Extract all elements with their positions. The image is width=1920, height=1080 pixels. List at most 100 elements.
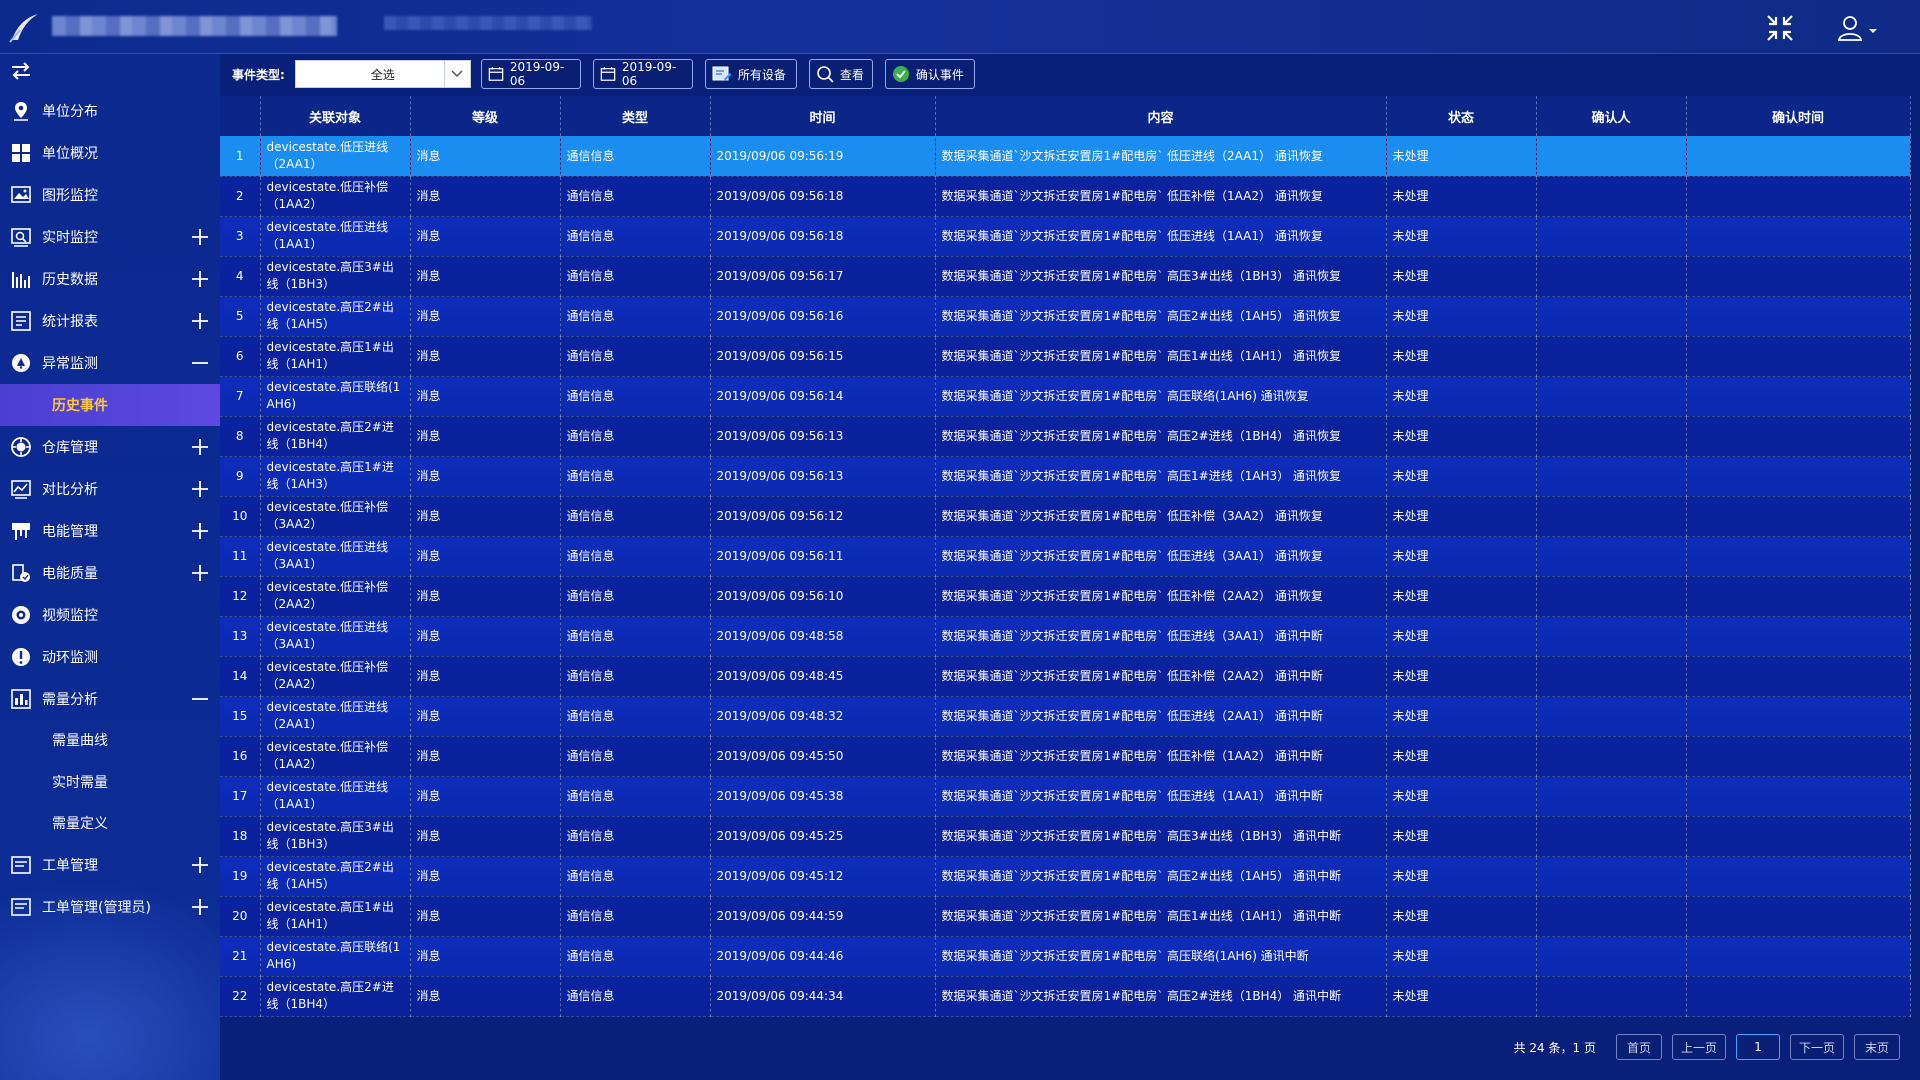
table-row[interactable]: 11 devicestate.低压进线（3AA1） 消息 通信信息 2019/09/06…: [220, 536, 1911, 577]
table-row[interactable]: 17 devicestate.低压进线（1AA1） 消息 通信信息 2019/09/06…: [220, 776, 1911, 817]
expand-plus-icon[interactable]: [190, 437, 210, 457]
table-row[interactable]: 4 devicestate.高压3#出线（1BH3） 消息 通信信息 2019/09/0…: [220, 256, 1911, 297]
table-row[interactable]: 22 devicestate.高压2#进线（1BH4） 消息 通信信息 2019/09/…: [220, 976, 1911, 1017]
sidebar-item[interactable]: 工单管理(管理员): [0, 886, 220, 928]
cell-confirm-time: [1686, 696, 1911, 737]
sidebar-subitem[interactable]: 历史事件: [0, 384, 220, 426]
sidebar-item[interactable]: 电能管理: [0, 510, 220, 552]
sidebar-item[interactable]: 工单管理: [0, 844, 220, 886]
view-button[interactable]: 查看: [808, 59, 873, 89]
collapse-screen-icon[interactable]: [1764, 12, 1796, 44]
sidebar-item[interactable]: 历史数据: [0, 258, 220, 300]
sidebar-item[interactable]: 统计报表: [0, 300, 220, 342]
cell-object: devicestate.高压2#进线（1BH4）: [260, 976, 411, 1017]
cell-object: devicestate.高压1#出线（1AH1）: [260, 336, 411, 377]
cell-content: 数据采集通道`沙文拆迁安置房1#配电房` 低压进线（2AA1） 通讯中断: [935, 696, 1387, 737]
table-row[interactable]: 18 devicestate.高压3#出线（1BH3） 消息 通信信息 2019/09/…: [220, 816, 1911, 857]
cell-confirm-time: [1686, 936, 1911, 977]
confirm-event-button[interactable]: 确认事件: [884, 59, 975, 89]
event-type-select[interactable]: 全选: [294, 60, 471, 88]
cell-object: devicestate.低压补偿（2AA2）: [260, 656, 411, 697]
table-row[interactable]: 13 devicestate.低压进线（3AA1） 消息 通信信息 2019/09/06…: [220, 616, 1911, 657]
sidebar-subitem[interactable]: 实时需量: [0, 761, 220, 803]
sidebar-subitem[interactable]: 需量曲线: [0, 720, 220, 762]
cell-type: 通信信息: [560, 776, 711, 817]
sidebar-item[interactable]: 动环监测: [0, 636, 220, 678]
sidebar-item[interactable]: 异常监测: [0, 342, 220, 384]
current-page-button[interactable]: 1: [1735, 1034, 1780, 1060]
sidebar-item[interactable]: 单位分布: [0, 90, 220, 132]
expand-plus-icon[interactable]: [190, 479, 210, 499]
sidebar-item[interactable]: 视频监控: [0, 594, 220, 636]
table-row[interactable]: 16 devicestate.低压补偿（1AA2） 消息 通信信息 2019/09/06…: [220, 736, 1911, 777]
cell-time: 2019/09/06 09:44:59: [710, 896, 936, 937]
cell-status: 未处理: [1386, 536, 1537, 577]
table-row[interactable]: 20 devicestate.高压1#出线（1AH1） 消息 通信信息 2019/09/…: [220, 896, 1911, 937]
table-row[interactable]: 8 devicestate.高压2#进线（1BH4） 消息 通信信息 2019/09/0…: [220, 416, 1911, 457]
expand-plus-icon[interactable]: [190, 897, 210, 917]
sidebar-subitem[interactable]: 需量定义: [0, 803, 220, 845]
grid-icon: [12, 144, 30, 162]
table-row[interactable]: 12 devicestate.低压补偿（2AA2） 消息 通信信息 2019/09/06…: [220, 576, 1911, 617]
sidebar-item[interactable]: 实时监控: [0, 216, 220, 258]
blurred-app-title: [52, 16, 337, 36]
last-page-button[interactable]: 末页: [1854, 1034, 1900, 1060]
start-date-picker[interactable]: 2019-09-06: [480, 59, 581, 89]
sidebar-item[interactable]: 单位概况: [0, 132, 220, 174]
map-pin-icon: [14, 102, 28, 121]
table-row[interactable]: 9 devicestate.高压1#进线（1AH3） 消息 通信信息 2019/09/0…: [220, 456, 1911, 497]
expand-plus-icon[interactable]: [190, 227, 210, 247]
cell-status: 未处理: [1386, 736, 1537, 777]
sidebar-item[interactable]: 对比分析: [0, 468, 220, 510]
table-row[interactable]: 3 devicestate.低压进线（1AA1） 消息 通信信息 2019/09/06 …: [220, 216, 1911, 257]
cell-time: 2019/09/06 09:48:58: [710, 616, 936, 657]
column-header: 时间: [710, 96, 936, 136]
prev-page-button[interactable]: 上一页: [1671, 1034, 1726, 1060]
first-page-button[interactable]: 首页: [1615, 1034, 1662, 1060]
sidebar-toggle-icon[interactable]: [10, 62, 32, 80]
cell-object: devicestate.高压1#进线（1AH3）: [260, 456, 411, 497]
sidebar-item[interactable]: 需量分析: [0, 678, 220, 720]
table-row[interactable]: 5 devicestate.高压2#出线（1AH5） 消息 通信信息 2019/09/0…: [220, 296, 1911, 337]
table-row[interactable]: 1 devicestate.低压进线（2AA1） 消息 通信信息 2019/09/06 …: [220, 136, 1911, 177]
user-menu-icon[interactable]: [1836, 12, 1880, 44]
cell-content: 数据采集通道`沙文拆迁安置房1#配电房` 低压补偿（2AA2） 通讯中断: [935, 656, 1387, 697]
cell-level: 消息: [410, 896, 561, 937]
table-row[interactable]: 14 devicestate.低压补偿（2AA2） 消息 通信信息 2019/09/06…: [220, 656, 1911, 697]
collapse-minus-icon[interactable]: [190, 353, 210, 373]
expand-plus-icon[interactable]: [190, 855, 210, 875]
table-row[interactable]: 10 devicestate.低压补偿（3AA2） 消息 通信信息 2019/09/06…: [220, 496, 1911, 537]
cell-type: 通信信息: [560, 576, 711, 617]
expand-plus-icon[interactable]: [190, 269, 210, 289]
chevron-down-icon[interactable]: [443, 61, 470, 87]
all-devices-button[interactable]: 所有设备: [704, 59, 797, 89]
expand-plus-icon[interactable]: [190, 521, 210, 541]
sidebar-item[interactable]: 仓库管理: [0, 426, 220, 468]
cell-confirmer: [1536, 136, 1687, 177]
table-row[interactable]: 7 devicestate.高压联络(1AH6) 消息 通信信息 2019/09/06 …: [220, 376, 1911, 417]
expand-plus-icon[interactable]: [190, 311, 210, 331]
search-icon: [817, 66, 834, 83]
sidebar-item-label: 单位分布: [42, 104, 98, 120]
table-row[interactable]: 19 devicestate.高压2#出线（1AH5） 消息 通信信息 2019/09/…: [220, 856, 1911, 897]
event-table: 关联对象 等级 类型 时间 内容 状态 确认人 确认时间 1 devicestate.低压进线（…: [220, 96, 1911, 1017]
table-row[interactable]: 2 devicestate.低压补偿（1AA2） 消息 通信信息 2019/09/06 …: [220, 176, 1911, 217]
top-header: [0, 0, 1920, 54]
cell-status: 未处理: [1386, 216, 1537, 257]
sidebar-subitem-label: 需量曲线: [52, 733, 108, 750]
cell-status: 未处理: [1386, 936, 1537, 977]
table-row[interactable]: 15 devicestate.低压进线（2AA1） 消息 通信信息 2019/09/06…: [220, 696, 1911, 737]
sidebar-item[interactable]: 电能质量: [0, 552, 220, 594]
collapse-minus-icon[interactable]: [190, 689, 210, 709]
pagination-info: 共 24 条，1 页: [1513, 1040, 1596, 1055]
table-row[interactable]: 21 devicestate.高压联络(1AH6) 消息 通信信息 2019/09/06…: [220, 936, 1911, 977]
expand-plus-icon[interactable]: [190, 563, 210, 583]
cell-object: devicestate.低压进线（3AA1）: [260, 536, 411, 577]
row-number: 9: [220, 456, 261, 497]
end-date-picker[interactable]: 2019-09-06: [592, 59, 693, 89]
cell-object: devicestate.高压2#进线（1BH4）: [260, 416, 411, 457]
sidebar-item[interactable]: 图形监控: [0, 174, 220, 216]
next-page-button[interactable]: 下一页: [1789, 1034, 1844, 1060]
table-row[interactable]: 6 devicestate.高压1#出线（1AH1） 消息 通信信息 2019/09/0…: [220, 336, 1911, 377]
column-header: 确认人: [1536, 96, 1687, 136]
